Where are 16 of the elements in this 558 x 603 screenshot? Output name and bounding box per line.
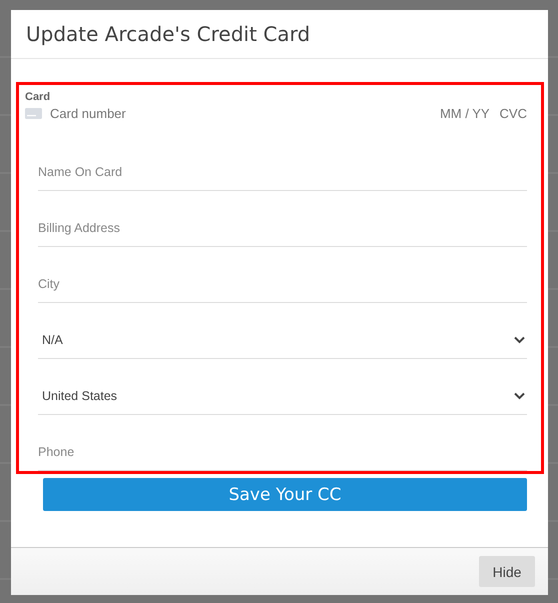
save-button[interactable]: Save Your CC [43,478,527,511]
expiry-field[interactable]: MM / YY [440,106,490,121]
input-field[interactable]: Name On Card [38,135,527,191]
chevron-down-icon [514,392,525,400]
input-field[interactable]: Billing Address [38,191,527,247]
dialog-title: Update Arcade's Credit Card [26,22,310,46]
credit-card-icon [25,108,42,119]
hide-button[interactable]: Hide [479,556,535,587]
cvc-field[interactable]: CVC [500,106,527,121]
select-field[interactable]: N/A [38,303,527,359]
card-label: Card [25,91,52,103]
select-field[interactable]: United States [38,359,527,415]
input-field[interactable]: City [38,247,527,303]
card-number-field[interactable]: Card number [50,106,126,121]
input-field[interactable]: Phone [38,415,527,471]
chevron-down-icon [514,336,525,344]
